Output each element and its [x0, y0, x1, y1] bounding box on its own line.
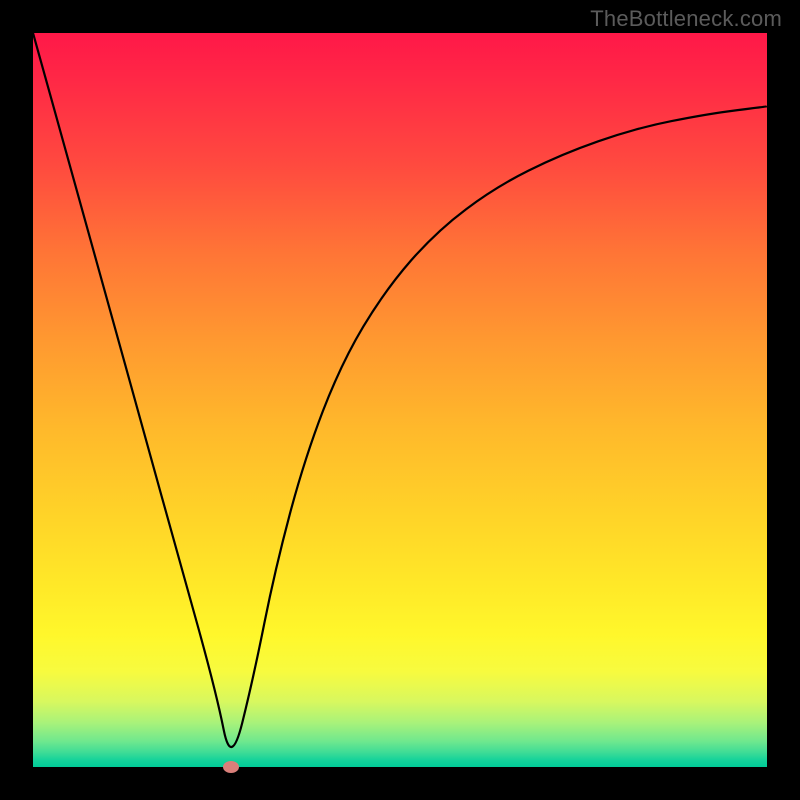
bottleneck-curve	[33, 33, 767, 767]
plot-area	[33, 33, 767, 767]
chart-frame: TheBottleneck.com	[0, 0, 800, 800]
optimal-marker	[223, 761, 239, 773]
watermark-text: TheBottleneck.com	[590, 6, 782, 32]
curve-path	[33, 33, 767, 747]
